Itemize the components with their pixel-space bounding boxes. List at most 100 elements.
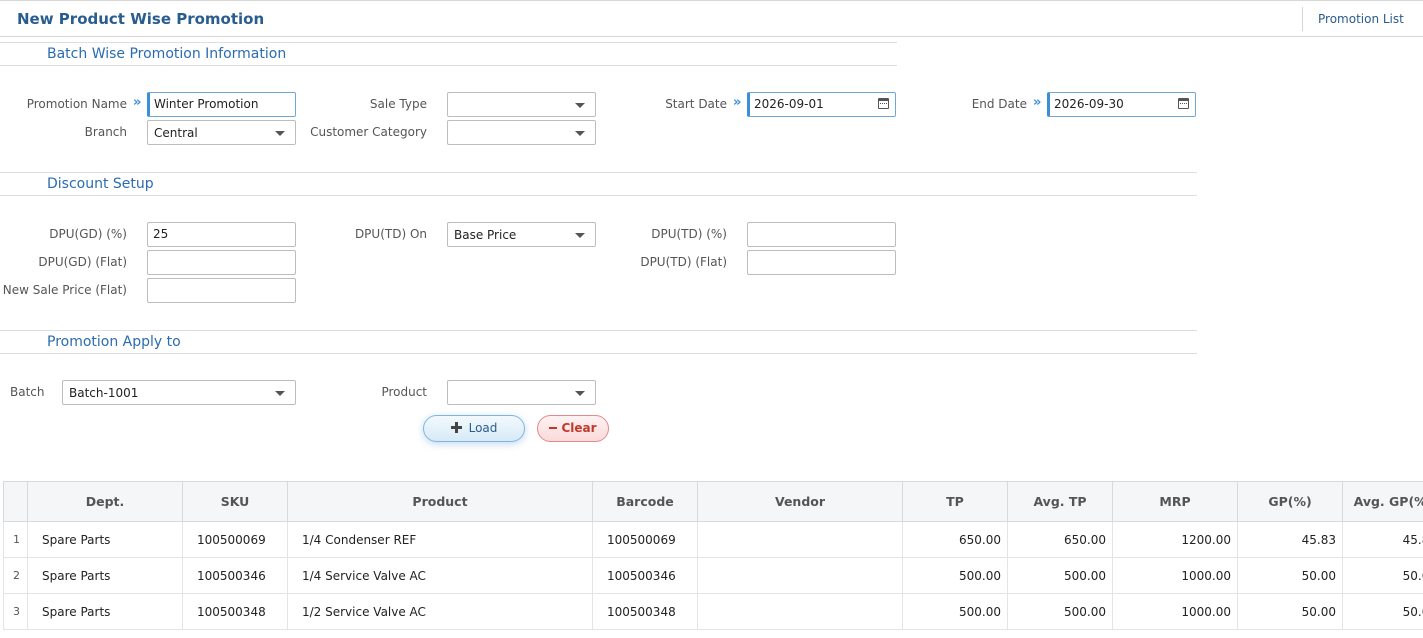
cell-product: 1/4 Service Valve AC bbox=[287, 557, 593, 594]
start-date-label: Start Date bbox=[665, 97, 727, 111]
dpu-td-pct-input[interactable] bbox=[747, 222, 896, 247]
section-title-discount: Discount Setup bbox=[47, 176, 154, 192]
column-header-mrp[interactable]: MRP bbox=[1112, 481, 1238, 522]
dpu-td-on-label: DPU(TD) On bbox=[354, 227, 427, 241]
end-date-label: End Date bbox=[971, 97, 1027, 111]
product-label: Product bbox=[381, 385, 427, 399]
column-header-gp-pct[interactable]: GP(%) bbox=[1237, 481, 1343, 522]
column-header-sku[interactable]: SKU bbox=[182, 481, 288, 522]
sale-type-select[interactable] bbox=[447, 92, 596, 117]
chevron-down-icon bbox=[575, 103, 585, 108]
row-index: 1 bbox=[3, 521, 28, 558]
section-title-apply-to: Promotion Apply to bbox=[47, 334, 181, 350]
dpu-td-pct-label: DPU(TD) (%) bbox=[651, 227, 727, 241]
section-divider bbox=[0, 353, 1197, 354]
column-header-product[interactable]: Product bbox=[287, 481, 593, 522]
cell-avg-gp-pct: 50.00 bbox=[1342, 557, 1423, 594]
section-divider bbox=[0, 330, 1197, 331]
cell-mrp: 1000.00 bbox=[1112, 593, 1238, 630]
dpu-td-flat-input[interactable] bbox=[747, 250, 896, 275]
minus-icon bbox=[549, 427, 558, 429]
section-divider bbox=[0, 195, 1197, 196]
customer-category-label: Customer Category bbox=[310, 125, 427, 139]
clear-button-label: Clear bbox=[561, 421, 597, 435]
column-header-avg-tp[interactable]: Avg. TP bbox=[1007, 481, 1113, 522]
cell-avg-tp: 650.00 bbox=[1007, 521, 1113, 558]
page-title: New Product Wise Promotion bbox=[17, 10, 265, 28]
column-header-avg-gp-pct[interactable]: Avg. GP(%) bbox=[1342, 481, 1423, 522]
promotion-items-table: Dept. SKU Product Barcode Vendor TP Avg.… bbox=[3, 481, 1423, 630]
table-row[interactable]: 2 Spare Parts 100500346 1/4 Service Valv… bbox=[3, 557, 1423, 594]
table-header-row: Dept. SKU Product Barcode Vendor TP Avg.… bbox=[3, 481, 1423, 522]
chevron-down-icon bbox=[575, 391, 585, 396]
cell-barcode: 100500069 bbox=[592, 521, 698, 558]
cell-barcode: 100500348 bbox=[592, 593, 698, 630]
cell-avg-gp-pct: 45.83 bbox=[1342, 521, 1423, 558]
section-divider bbox=[0, 65, 897, 66]
end-date-input[interactable]: 2026-09-30 bbox=[1047, 92, 1196, 117]
end-date-value: 2026-09-30 bbox=[1054, 97, 1124, 111]
column-header-tp[interactable]: TP bbox=[902, 481, 1008, 522]
start-date-input[interactable]: 2026-09-01 bbox=[747, 92, 896, 117]
table-row[interactable]: 3 Spare Parts 100500348 1/2 Service Valv… bbox=[3, 593, 1423, 630]
chevron-down-icon bbox=[575, 131, 585, 136]
branch-label: Branch bbox=[84, 125, 127, 139]
cell-avg-tp: 500.00 bbox=[1007, 593, 1113, 630]
dpu-td-on-select[interactable]: Base Price bbox=[447, 222, 596, 247]
cell-avg-tp: 500.00 bbox=[1007, 557, 1113, 594]
new-sale-price-input[interactable] bbox=[147, 278, 296, 303]
product-select[interactable] bbox=[447, 380, 596, 405]
cell-product: 1/4 Condenser REF bbox=[287, 521, 593, 558]
cell-avg-gp-pct: 50.00 bbox=[1342, 593, 1423, 630]
cell-sku: 100500069 bbox=[182, 521, 288, 558]
column-header-dept[interactable]: Dept. bbox=[27, 481, 183, 522]
customer-category-select[interactable] bbox=[447, 120, 596, 145]
cell-gp-pct: 50.00 bbox=[1237, 593, 1343, 630]
promotion-list-link[interactable]: Promotion List bbox=[1302, 7, 1404, 31]
section-title-batch-info: Batch Wise Promotion Information bbox=[47, 46, 287, 62]
cell-product: 1/2 Service Valve AC bbox=[287, 593, 593, 630]
cell-barcode: 100500346 bbox=[592, 557, 698, 594]
cell-dept: Spare Parts bbox=[27, 593, 183, 630]
section-divider bbox=[0, 42, 897, 43]
double-chevron-right-icon: » bbox=[133, 95, 142, 110]
batch-select[interactable]: Batch-1001 bbox=[62, 380, 296, 405]
dpu-gd-flat-label: DPU(GD) (Flat) bbox=[38, 255, 127, 269]
cell-gp-pct: 50.00 bbox=[1237, 557, 1343, 594]
column-header-vendor[interactable]: Vendor bbox=[697, 481, 903, 522]
calendar-icon[interactable] bbox=[878, 98, 889, 109]
dpu-gd-flat-input[interactable] bbox=[147, 250, 296, 275]
load-button[interactable]: Load bbox=[423, 415, 525, 442]
load-button-label: Load bbox=[468, 421, 498, 435]
chevron-down-icon bbox=[575, 233, 585, 238]
dpu-td-on-select-value: Base Price bbox=[454, 228, 517, 242]
start-date-value: 2026-09-01 bbox=[754, 97, 824, 111]
section-divider bbox=[0, 172, 1197, 173]
clear-button[interactable]: Clear bbox=[537, 415, 609, 442]
cell-tp: 650.00 bbox=[902, 521, 1008, 558]
cell-gp-pct: 45.83 bbox=[1237, 521, 1343, 558]
dpu-td-flat-label: DPU(TD) (Flat) bbox=[640, 255, 727, 269]
batch-label: Batch bbox=[10, 385, 45, 399]
cell-tp: 500.00 bbox=[902, 593, 1008, 630]
row-index: 2 bbox=[3, 557, 28, 594]
promotion-name-label: Promotion Name bbox=[26, 97, 127, 111]
cell-tp: 500.00 bbox=[902, 557, 1008, 594]
batch-select-value: Batch-1001 bbox=[69, 386, 139, 400]
table-row[interactable]: 1 Spare Parts 100500069 1/4 Condenser RE… bbox=[3, 521, 1423, 558]
new-sale-price-label: New Sale Price (Flat) bbox=[2, 283, 127, 297]
calendar-icon[interactable] bbox=[1178, 98, 1189, 109]
dpu-gd-pct-label: DPU(GD) (%) bbox=[49, 227, 127, 241]
row-index: 3 bbox=[3, 593, 28, 630]
branch-select-value: Central bbox=[154, 126, 198, 140]
cell-dept: Spare Parts bbox=[27, 557, 183, 594]
page: New Product Wise Promotion Promotion Lis… bbox=[0, 0, 1423, 638]
cell-sku: 100500346 bbox=[182, 557, 288, 594]
cell-vendor bbox=[697, 593, 903, 630]
cell-sku: 100500348 bbox=[182, 593, 288, 630]
double-chevron-right-icon: » bbox=[733, 95, 742, 110]
sale-type-label: Sale Type bbox=[369, 97, 427, 111]
cell-vendor bbox=[697, 557, 903, 594]
column-header-barcode[interactable]: Barcode bbox=[592, 481, 698, 522]
plus-icon bbox=[450, 422, 462, 433]
